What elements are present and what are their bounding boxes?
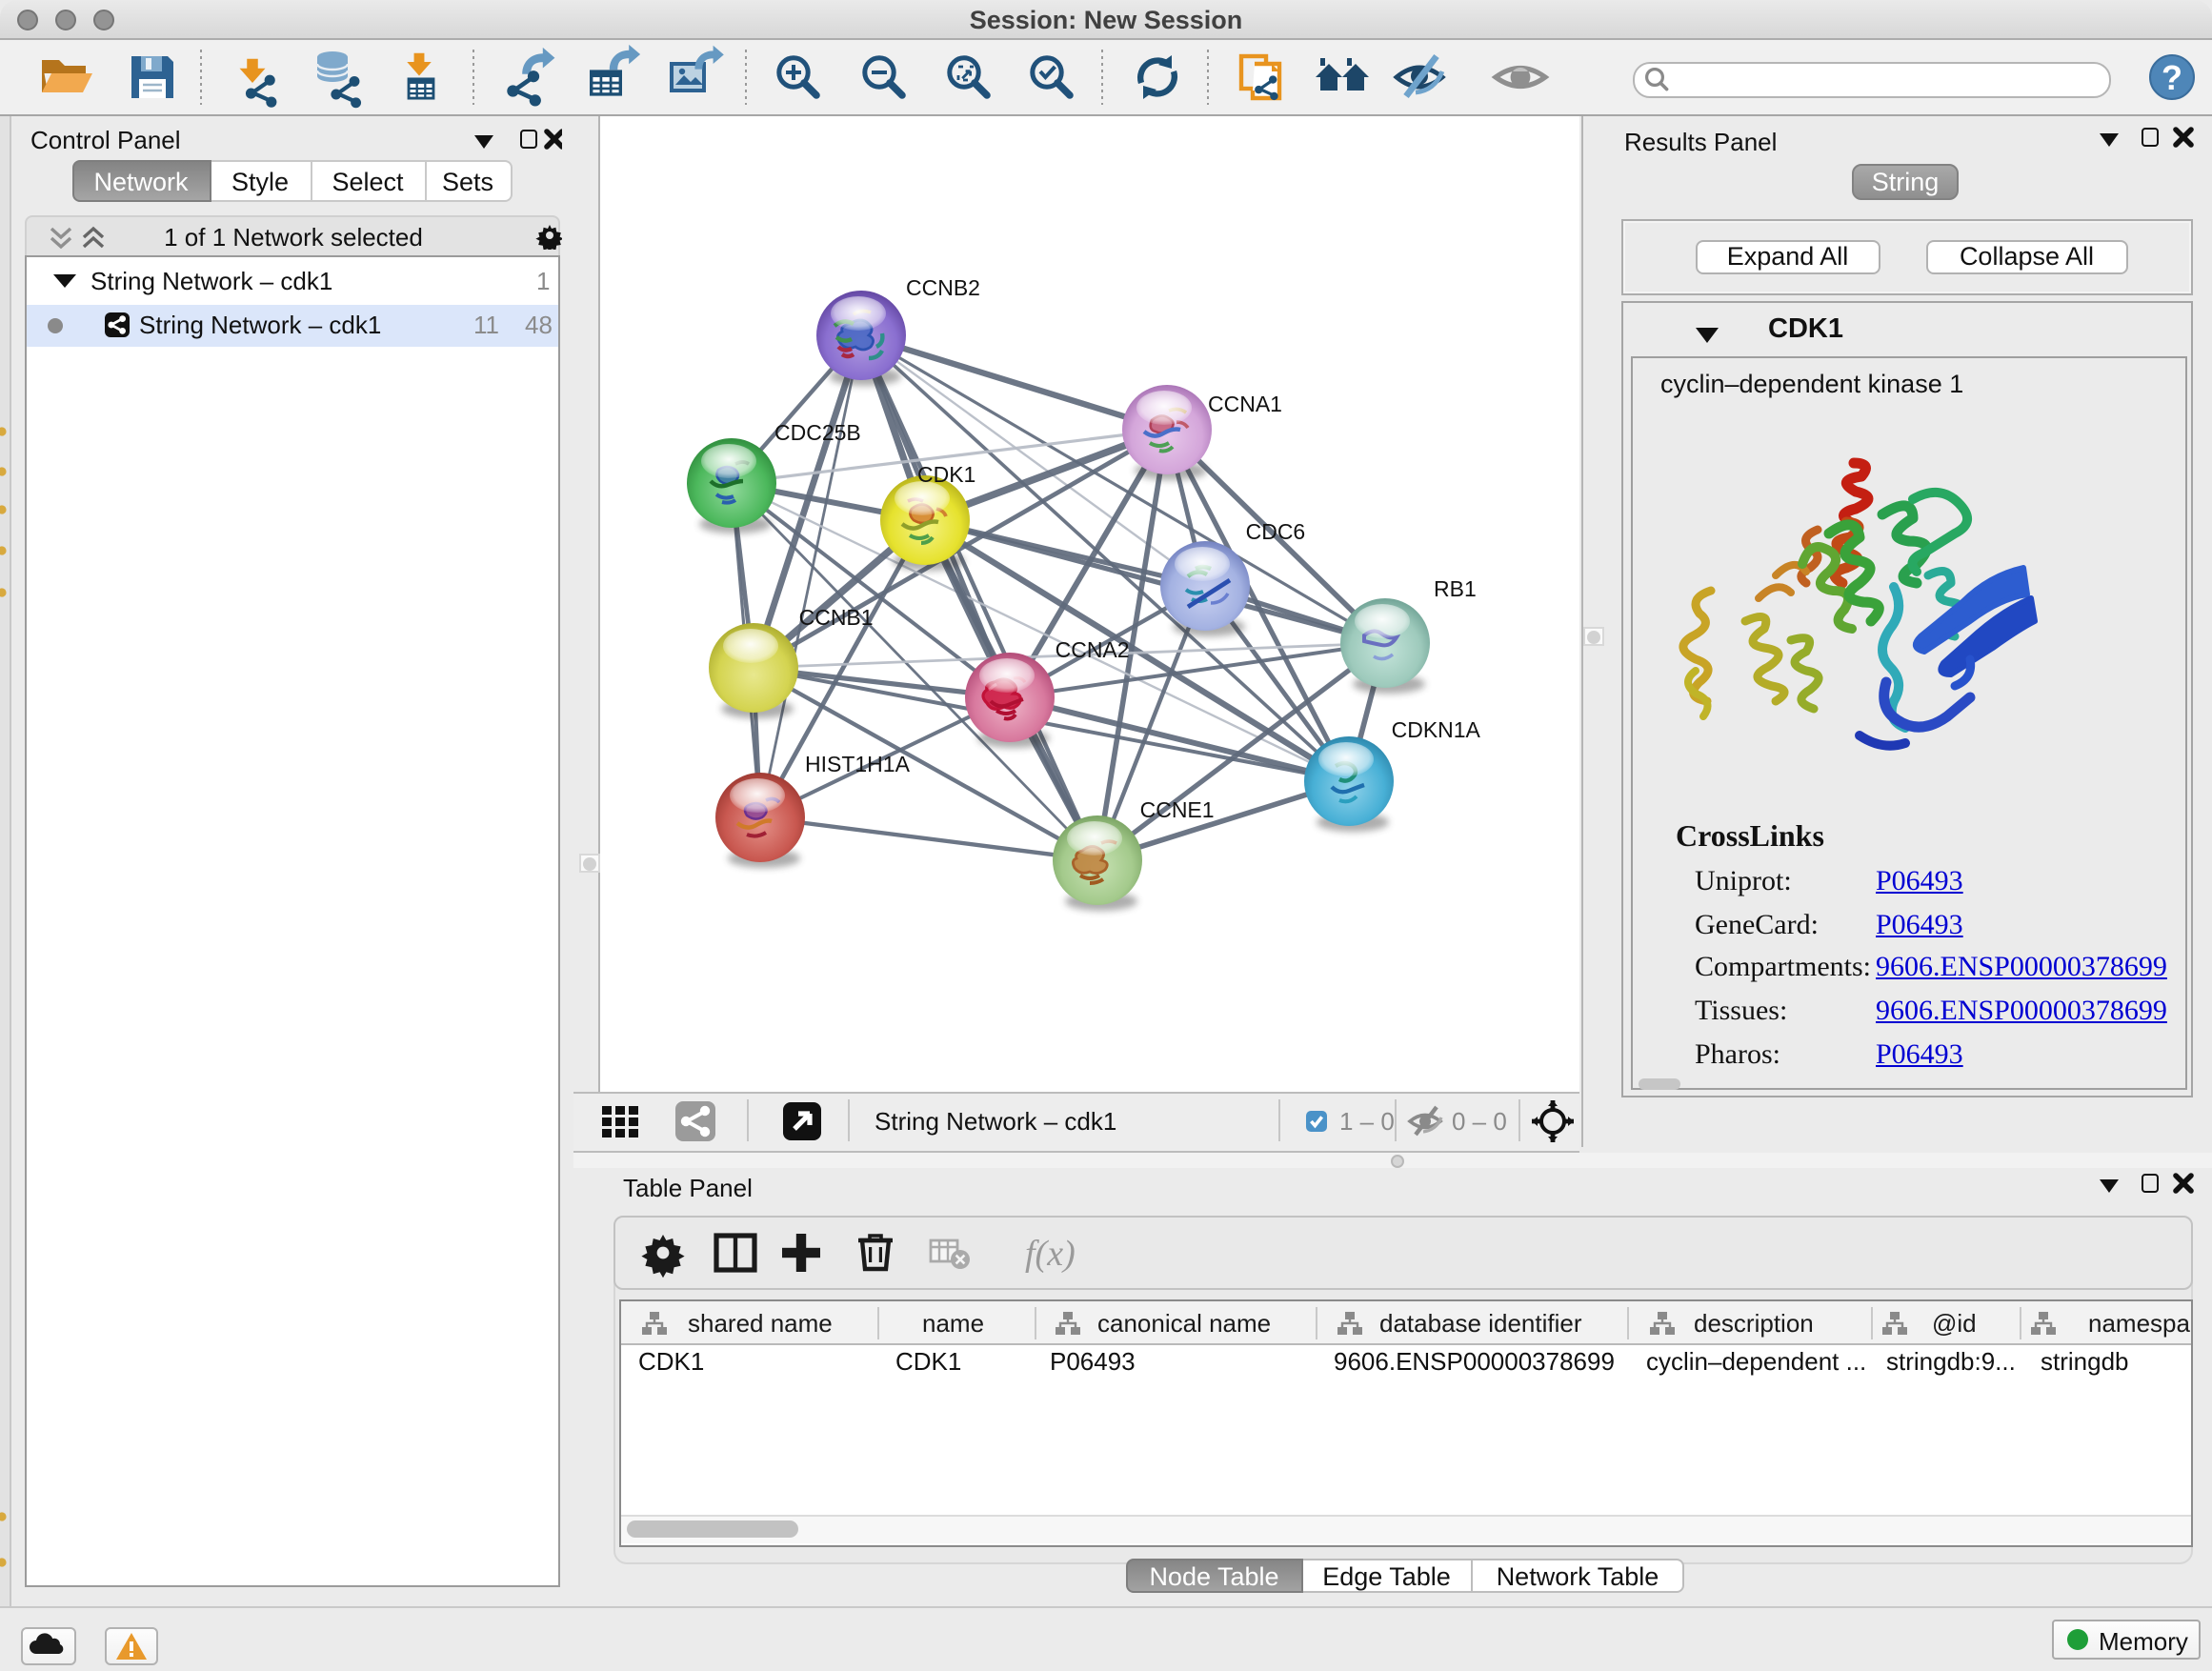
svg-text:?: ?	[2162, 58, 2182, 97]
svg-text:canonical name: canonical name	[1097, 1308, 1271, 1337]
svg-text:description: description	[1694, 1308, 1814, 1337]
svg-text:f(x): f(x)	[1025, 1233, 1076, 1273]
svg-text:CCNB2: CCNB2	[906, 275, 980, 300]
svg-text:CCNE1: CCNE1	[1140, 797, 1215, 822]
svg-text:CDC25B: CDC25B	[774, 420, 861, 445]
svg-text:name: name	[922, 1308, 984, 1337]
svg-text:CCNB1: CCNB1	[799, 605, 874, 630]
svg-text:String Network – cdk1: String Network – cdk1	[875, 1107, 1116, 1136]
svg-text:RB1: RB1	[1434, 576, 1477, 601]
svg-text:CDC6: CDC6	[1246, 519, 1306, 544]
svg-text:CCNA1: CCNA1	[1208, 392, 1282, 416]
svg-text:shared name: shared name	[688, 1308, 833, 1337]
svg-text:CDKN1A: CDKN1A	[1392, 717, 1481, 742]
svg-text:CDK1: CDK1	[917, 462, 975, 487]
svg-text:database identifier: database identifier	[1379, 1308, 1582, 1337]
svg-text:CCNA2: CCNA2	[1056, 637, 1130, 662]
svg-text:@id: @id	[1932, 1308, 1977, 1337]
svg-text:HIST1H1A: HIST1H1A	[805, 752, 911, 776]
svg-text:1 – 0: 1 – 0	[1339, 1107, 1395, 1136]
svg-text:0 – 0: 0 – 0	[1452, 1107, 1507, 1136]
svg-text:namespace: namespace	[2088, 1308, 2191, 1337]
